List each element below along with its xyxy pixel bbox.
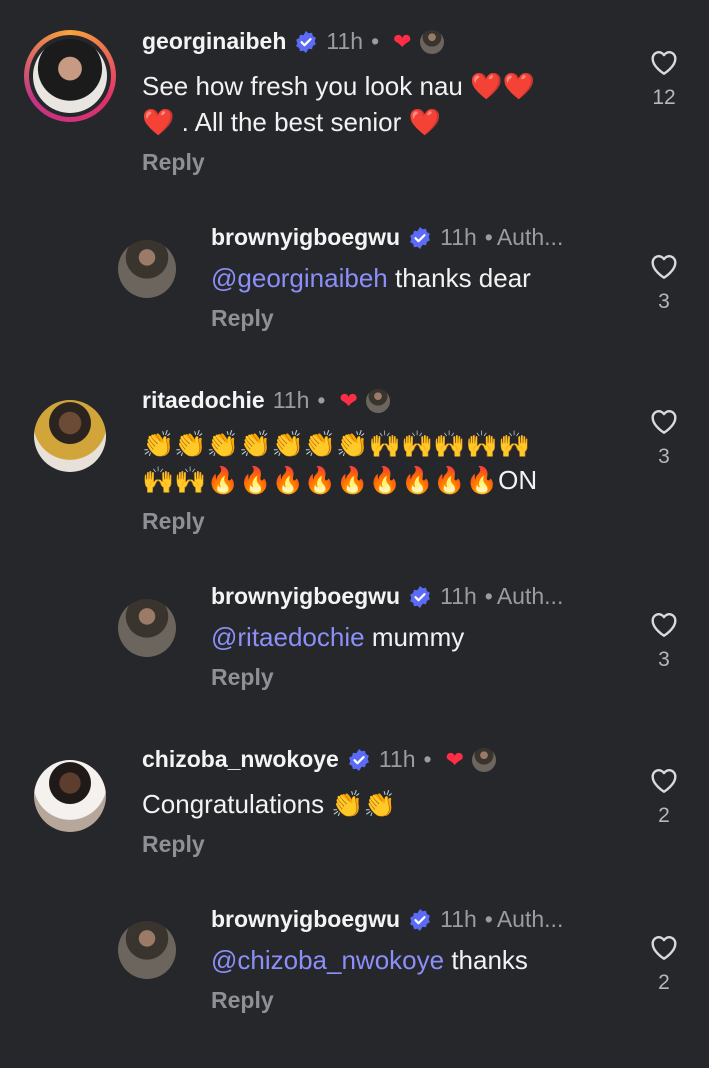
timestamp: 11h	[440, 224, 477, 250]
avatar[interactable]	[118, 240, 176, 298]
separator: •	[484, 583, 493, 609]
reply-button[interactable]: Reply	[211, 664, 274, 691]
like-count: 3	[658, 445, 670, 468]
timestamp: 11h	[272, 387, 310, 413]
username[interactable]: brownyigboegwu	[211, 906, 400, 933]
like-count: 2	[658, 971, 670, 994]
separator: •	[423, 746, 432, 772]
comment-text: Congratulations 👏👏	[142, 786, 396, 822]
avatar[interactable]	[34, 760, 106, 832]
heart-outline-icon[interactable]	[648, 931, 680, 961]
mention-link[interactable]: @ritaedochie	[211, 622, 365, 652]
comment-text-body: thanks	[444, 945, 528, 975]
comment-header: chizoba_nwokoye 11h • ❤	[142, 746, 496, 773]
username[interactable]: ritaedochie	[142, 387, 265, 414]
avatar[interactable]	[34, 400, 106, 472]
like-count: 3	[658, 290, 670, 313]
username[interactable]: brownyigboegwu	[211, 583, 400, 610]
comment-header: georginaibeh 11h • ❤	[142, 28, 444, 55]
comment-text: @georginaibeh thanks dear	[211, 260, 531, 296]
avatar	[33, 39, 107, 113]
like-control: 2	[644, 931, 684, 995]
comment-text-body: thanks dear	[387, 263, 531, 293]
comment-text-body: mummy	[364, 622, 465, 652]
timestamp: 11h	[326, 28, 364, 54]
comment-header: brownyigboegwu 11h • Auth...	[211, 906, 563, 933]
separator: •	[371, 28, 380, 54]
heart-outline-icon[interactable]	[648, 405, 680, 435]
mention-link[interactable]: @georginaibeh	[211, 263, 388, 293]
comment-text-line: 👏👏👏👏👏👏👏🙌🙌🙌🙌🙌	[142, 429, 531, 459]
reply-button[interactable]: Reply	[211, 987, 274, 1014]
creator-avatar-mini	[472, 747, 496, 772]
like-control: 2	[644, 764, 684, 828]
separator: •	[484, 906, 493, 932]
avatar-frame	[29, 35, 111, 117]
comment-header: brownyigboegwu 11h • Auth...	[211, 224, 563, 251]
creator-liked-heart-icon: ❤	[445, 746, 464, 772]
timestamp: 11h	[378, 746, 416, 772]
like-control: 3	[644, 405, 684, 469]
reply-button[interactable]: Reply	[211, 305, 274, 332]
username[interactable]: georginaibeh	[142, 28, 286, 55]
reply-button[interactable]: Reply	[142, 508, 205, 535]
comment-text: @ritaedochie mummy	[211, 619, 464, 655]
comment-text: See how fresh you look nau ❤️❤️ ❤️ . All…	[142, 68, 535, 140]
creator-liked-heart-icon: ❤	[393, 28, 412, 54]
comment-text: @chizoba_nwokoye thanks	[211, 942, 528, 978]
reply-button[interactable]: Reply	[142, 149, 205, 176]
like-control: 3	[644, 250, 684, 314]
comment-text-line: ❤️ . All the best senior ❤️	[142, 107, 441, 137]
avatar[interactable]	[118, 921, 176, 979]
reply-button[interactable]: Reply	[142, 831, 205, 858]
comment-text-line: See how fresh you look nau ❤️❤️	[142, 71, 535, 101]
like-control: 12	[644, 46, 684, 110]
timestamp: 11h	[440, 583, 477, 609]
author-label: Auth...	[496, 583, 564, 609]
separator: •	[317, 387, 326, 413]
comment-text: 👏👏👏👏👏👏👏🙌🙌🙌🙌🙌 🙌🙌🔥🔥🔥🔥🔥🔥🔥🔥🔥ON	[142, 426, 537, 498]
like-count: 2	[658, 804, 670, 827]
separator: •	[484, 224, 493, 250]
comment-text-line: Congratulations 👏👏	[142, 789, 397, 819]
avatar-story-ring[interactable]	[24, 30, 116, 122]
author-label: Auth...	[496, 906, 564, 932]
verified-badge-icon	[408, 908, 432, 932]
mention-link[interactable]: @chizoba_nwokoye	[211, 945, 444, 975]
creator-avatar-mini	[419, 29, 444, 54]
heart-outline-icon[interactable]	[648, 764, 680, 794]
like-control: 3	[644, 608, 684, 672]
creator-liked-heart-icon: ❤	[339, 387, 358, 413]
verified-badge-icon	[408, 226, 432, 250]
heart-outline-icon[interactable]	[648, 46, 680, 76]
verified-badge-icon	[294, 30, 318, 54]
heart-outline-icon[interactable]	[648, 608, 680, 638]
verified-badge-icon	[408, 585, 432, 609]
avatar[interactable]	[118, 599, 176, 657]
comment-text-line: 🙌🙌🔥🔥🔥🔥🔥🔥🔥🔥🔥ON	[142, 465, 538, 495]
verified-badge-icon	[347, 748, 371, 772]
creator-avatar-mini	[365, 388, 390, 413]
heart-outline-icon[interactable]	[648, 250, 680, 280]
username[interactable]: brownyigboegwu	[211, 224, 400, 251]
author-label: Auth...	[496, 224, 564, 250]
timestamp: 11h	[440, 906, 477, 932]
username[interactable]: chizoba_nwokoye	[142, 746, 339, 773]
comment-header: brownyigboegwu 11h • Auth...	[211, 583, 563, 610]
like-count: 12	[652, 86, 676, 109]
like-count: 3	[658, 648, 670, 671]
comment-header: ritaedochie 11h • ❤	[142, 387, 390, 414]
